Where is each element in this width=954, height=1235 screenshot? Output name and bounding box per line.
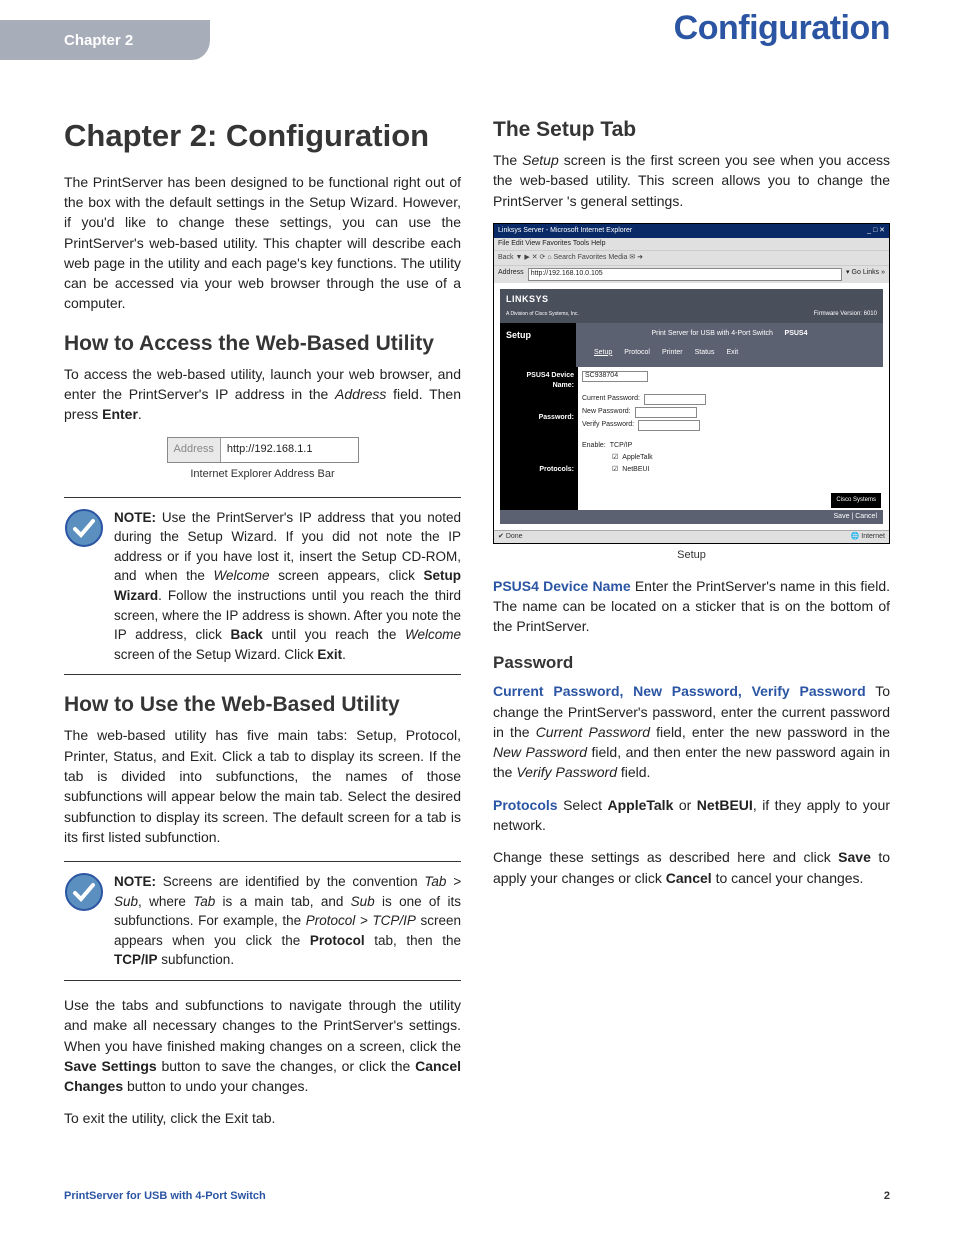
ss-statusbar: ✔ Done 🌐 Internet xyxy=(494,530,889,543)
checkmark-icon xyxy=(64,508,104,665)
section-use-heading: How to Use the Web-Based Utility xyxy=(64,693,461,717)
address-bar-label: Address xyxy=(168,438,221,462)
page-header: Chapter 2 Configuration xyxy=(0,0,954,58)
footer-page-number: 2 xyxy=(884,1189,890,1205)
ss-menubar: File Edit View Favorites Tools Help xyxy=(494,238,889,250)
ss-tab-row: Setup Print Server for USB with 4-Port S… xyxy=(500,323,883,367)
cisco-logo: Cisco Systems xyxy=(831,493,881,508)
device-name-paragraph: PSUS4 Device Name Enter the PrintServer'… xyxy=(493,576,890,637)
setup-screenshot: Linksys Server - Microsoft Internet Expl… xyxy=(493,223,890,544)
chapter-heading: Chapter 2: Configuration xyxy=(64,118,461,154)
use-paragraph-1: The web-based utility has five main tabs… xyxy=(64,725,461,847)
right-column: The Setup Tab The Setup screen is the fi… xyxy=(493,118,890,1141)
address-bar-figure: Address http://192.168.1.1 xyxy=(167,437,359,463)
ss-titlebar: Linksys Server - Microsoft Internet Expl… xyxy=(494,224,889,238)
use-paragraph-3: To exit the utility, click the Exit tab. xyxy=(64,1108,461,1128)
ss-form: PSUS4 Device Name: Password: Protocols: … xyxy=(500,367,883,510)
use-paragraph-2: Use the tabs and subfunctions to navigat… xyxy=(64,995,461,1096)
note-2-text: NOTE: Screens are identified by the conv… xyxy=(114,872,461,970)
setup-paragraph: The Setup screen is the first screen you… xyxy=(493,150,890,211)
left-column: Chapter 2: Configuration The PrintServer… xyxy=(64,118,461,1141)
address-bar-value: http://192.168.1.1 xyxy=(221,438,358,462)
intro-paragraph: The PrintServer has been designed to be … xyxy=(64,172,461,314)
section-access-heading: How to Access the Web-Based Utility xyxy=(64,332,461,356)
password-heading: Password xyxy=(493,651,890,676)
checkmark-icon xyxy=(64,872,104,970)
section-setup-heading: The Setup Tab xyxy=(493,118,890,142)
chapter-label: Chapter 2 xyxy=(64,30,133,52)
protocols-paragraph: Protocols Select AppleTalk or NetBEUI, i… xyxy=(493,795,890,836)
ss-brand-bar: LINKSYS A Division of Cisco Systems, Inc… xyxy=(500,289,883,323)
access-paragraph: To access the web-based utility, launch … xyxy=(64,364,461,425)
ss-toolbar: Back ▼ ▶ ✕ ⟳ ⌂ Search Favorites Media ✉ … xyxy=(494,250,889,265)
note-box-1: NOTE: Use the PrintServer's IP address t… xyxy=(64,497,461,676)
header-title: Configuration xyxy=(674,4,890,53)
ss-address-bar: Address http://192.168.10.0.105 ▾ Go Lin… xyxy=(494,265,889,282)
address-bar-caption: Internet Explorer Address Bar xyxy=(64,467,461,483)
screenshot-caption: Setup xyxy=(493,548,890,564)
password-paragraph: Current Password, New Password, Verify P… xyxy=(493,681,890,782)
note-box-2: NOTE: Screens are identified by the conv… xyxy=(64,861,461,981)
ss-buttons: Save | Cancel xyxy=(500,510,883,524)
footer-product: PrintServer for USB with 4-Port Switch xyxy=(64,1189,266,1205)
note-1-text: NOTE: Use the PrintServer's IP address t… xyxy=(114,508,461,665)
save-paragraph: Change these settings as described here … xyxy=(493,847,890,888)
page-footer: PrintServer for USB with 4-Port Switch 2 xyxy=(64,1189,890,1205)
